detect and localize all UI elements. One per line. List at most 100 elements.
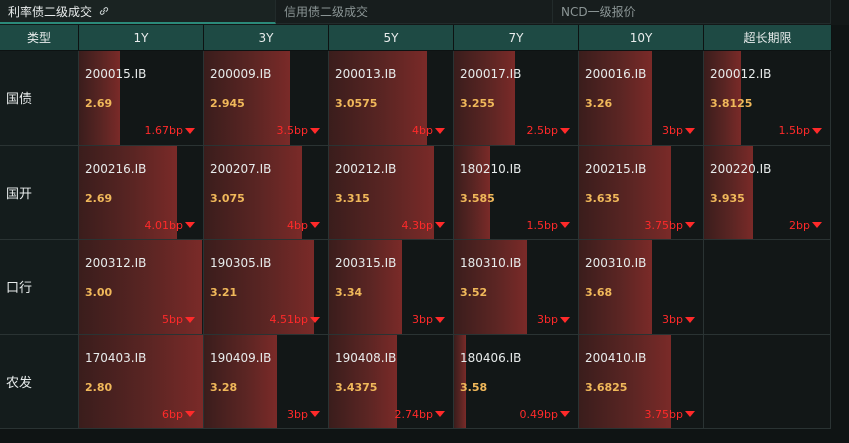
bond-yield: 3.075 [210,191,245,205]
yield-change: 6bp [162,408,195,421]
bond-yield: 3.585 [460,191,495,205]
bond-code[interactable]: 200212.IB [335,162,396,176]
yield-change-value: 6bp [162,407,183,421]
bond-code[interactable]: 200410.IB [585,351,646,365]
header-7y[interactable]: 7Y [454,25,579,51]
bond-code[interactable]: 170403.IB [85,351,146,365]
header-1y[interactable]: 1Y [79,25,204,51]
row-type-label: 农发 [0,334,79,429]
table-row: 国债 200015.IB 2.69 1.67bp 200009.IB 2.945 3.5bp… [0,51,832,146]
down-arrow-icon [685,127,695,134]
bond-quote-cell[interactable]: 190408.IB 3.4375 2.74bp [329,334,454,429]
yield-change-value: 2.74bp [394,407,433,421]
yield-change: 0.49bp [520,408,570,421]
bond-yield: 3.315 [335,191,370,205]
yield-change-value: 4.01bp [144,218,183,232]
bond-quote-cell[interactable]: 180210.IB 3.585 1.5bp [454,145,579,240]
bond-yield: 3.8125 [710,97,753,110]
bond-code[interactable]: 200016.IB [585,67,646,81]
bond-quote-cell[interactable]: 170403.IB 2.80 6bp [79,334,204,429]
bond-yield: 3.21 [210,286,238,299]
yield-change: 3bp [662,313,695,326]
bond-quote-cell[interactable]: 200315.IB 3.34 3bp [329,240,454,335]
bond-quote-cell[interactable]: 200012.IB 3.8125 1.5bp [704,51,831,146]
yield-change: 4.01bp [145,219,195,232]
bond-yield: 3.26 [585,97,613,110]
down-arrow-icon [435,411,445,417]
bond-code[interactable]: 180210.IB [460,162,521,176]
bond-code[interactable]: 200013.IB [335,67,396,81]
bond-code[interactable]: 190408.IB [335,351,396,365]
yield-change: 5bp [162,313,195,326]
bond-code[interactable]: 200215.IB [585,162,646,176]
bond-code[interactable]: 200312.IB [85,256,146,270]
quote-grid: 类型 1Y 3Y 5Y 7Y 10Y 超长期限 国债 200015.IB 2.69 1… [0,25,832,429]
yield-change: 4bp [412,124,445,137]
bond-quote-cell[interactable]: 200009.IB 2.945 3.5bp [204,51,329,146]
bond-quote-cell[interactable]: 200017.IB 3.255 2.5bp [454,51,579,146]
bond-code[interactable]: 200009.IB [210,67,271,81]
bond-code[interactable]: 200207.IB [210,162,271,176]
down-arrow-icon [310,411,320,417]
yield-change-value: 4bp [412,124,433,137]
table-row: 农发 170403.IB 2.80 6bp 190409.IB 3.28 3bp 190408… [0,334,832,429]
yield-change: 2bp [789,219,822,232]
bond-code[interactable]: 200017.IB [460,67,521,81]
bond-quote-cell[interactable]: 200216.IB 2.69 4.01bp [79,145,204,240]
bond-code[interactable]: 200315.IB [335,256,396,270]
tab-credit-bond[interactable]: 信用债二级成交 [276,0,553,24]
bond-quote-cell[interactable]: 200016.IB 3.26 3bp [579,51,704,146]
empty-cell [704,240,831,335]
yield-change: 3bp [412,313,445,326]
down-arrow-icon [185,127,195,134]
row-type-label: 国开 [0,145,79,240]
down-arrow-icon [185,222,195,228]
link-icon[interactable] [98,5,110,17]
header-10y[interactable]: 10Y [579,25,704,51]
header-3y[interactable]: 3Y [204,25,329,51]
header-ultra-long[interactable]: 超长期限 [704,25,832,51]
bond-yield: 3.255 [460,97,495,110]
tab-ncd-quote[interactable]: NCD一级报价 [553,0,831,24]
bond-quote-cell[interactable]: 200207.IB 3.075 4bp [204,145,329,240]
bond-quote-cell[interactable]: 200410.IB 3.6825 3.75bp [579,334,704,429]
bond-code[interactable]: 200015.IB [85,67,146,81]
tab-label: 信用债二级成交 [284,5,369,19]
bond-code[interactable]: 190305.IB [210,256,271,270]
bond-quote-cell[interactable]: 200220.IB 3.935 2bp [704,145,831,240]
down-arrow-icon [435,127,445,134]
bond-quote-cell[interactable]: 200215.IB 3.635 3.75bp [579,145,704,240]
yield-change: 3.75bp [645,219,695,232]
bond-code[interactable]: 200012.IB [710,67,771,81]
yield-change-value: 1.5bp [778,124,810,137]
yield-change: 1.67bp [145,124,195,137]
bond-code[interactable]: 180406.IB [460,351,521,365]
down-arrow-icon [185,316,195,323]
yield-change-value: 1.5bp [526,218,558,232]
bond-quote-cell[interactable]: 200212.IB 3.315 4.3bp [329,145,454,240]
down-arrow-icon [560,411,570,417]
bond-code[interactable]: 200216.IB [85,162,146,176]
down-arrow-icon [812,127,822,134]
bond-quote-cell[interactable]: 180310.IB 3.52 3bp [454,240,579,335]
table-row: 国开 200216.IB 2.69 4.01bp 200207.IB 3.075 4bp 20… [0,145,832,240]
bond-code[interactable]: 190409.IB [210,351,271,365]
down-arrow-icon [560,127,570,134]
bond-code[interactable]: 200310.IB [585,256,646,270]
yield-change: 4.51bp [270,313,320,326]
bond-code[interactable]: 200220.IB [710,162,771,176]
bond-quote-cell[interactable]: 200015.IB 2.69 1.67bp [79,51,204,146]
header-5y[interactable]: 5Y [329,25,454,51]
bond-yield: 2.69 [85,97,113,110]
tab-label: 利率债二级成交 [8,4,93,19]
bond-quote-cell[interactable]: 190409.IB 3.28 3bp [204,334,329,429]
bond-quote-cell[interactable]: 190305.IB 3.21 4.51bp [204,240,329,335]
bond-quote-cell[interactable]: 200312.IB 3.00 5bp [79,240,204,335]
bond-quote-cell[interactable]: 180406.IB 3.58 0.49bp [454,334,579,429]
row-type-label: 国债 [0,51,79,146]
tab-rate-bond[interactable]: 利率债二级成交 [0,0,276,24]
bond-quote-cell[interactable]: 200310.IB 3.68 3bp [579,240,704,335]
bond-quote-cell[interactable]: 200013.IB 3.0575 4bp [329,51,454,146]
tab-bar: 利率债二级成交 信用债二级成交 NCD一级报价 [0,0,849,25]
bond-code[interactable]: 180310.IB [460,256,521,270]
